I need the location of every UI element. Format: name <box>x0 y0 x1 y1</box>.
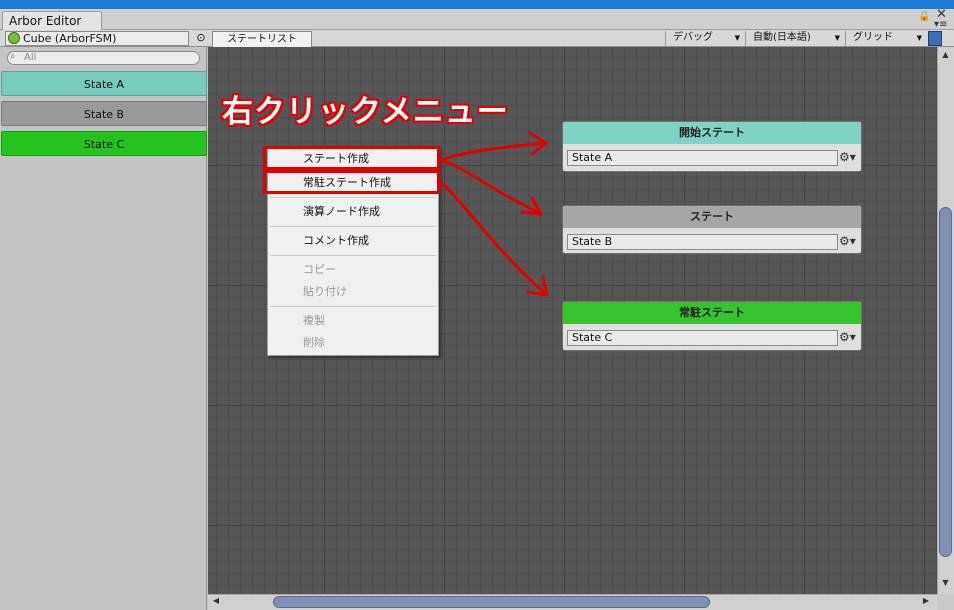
annotation-title: 右クリックメニュー <box>222 94 509 130</box>
tab-arbor-editor[interactable]: Arbor Editor <box>2 11 102 31</box>
sidebar-item-state-b[interactable]: State B <box>1 101 207 126</box>
scroll-down-arrow-icon[interactable]: ▼ <box>939 578 952 590</box>
menu-item-create-calculator-node[interactable]: 演算ノード作成 <box>303 204 380 220</box>
title-strip <box>0 0 954 9</box>
tab-state-list[interactable]: ステートリスト <box>212 31 312 47</box>
gear-icon[interactable]: ⚙▾ <box>839 149 856 165</box>
state-name-field[interactable]: State B <box>567 234 838 250</box>
menu-separator <box>270 306 436 307</box>
menu-icon[interactable]: ▾≡ <box>934 19 950 30</box>
language-dropdown-label: 自動(日本語) <box>753 32 811 43</box>
grid-dropdown[interactable]: グリッド ▼ <box>845 31 927 46</box>
fsm-object-field[interactable]: Cube (ArborFSM) <box>5 31 189 46</box>
help-book-icon[interactable] <box>928 31 942 46</box>
gear-icon[interactable]: ⚙▾ <box>839 329 856 345</box>
node-header[interactable]: ステート <box>563 206 861 228</box>
object-picker-icon[interactable]: ⊙ <box>193 31 209 46</box>
menu-item-copy: コピー <box>303 263 336 276</box>
dropdown-arrow-icon: ▼ <box>916 34 922 42</box>
grid-dropdown-label: グリッド <box>853 32 893 43</box>
scroll-up-arrow-icon[interactable]: ▲ <box>939 50 952 62</box>
state-node-normal[interactable]: ステート State B ⚙▾ <box>562 205 862 254</box>
gear-icon[interactable]: ⚙▾ <box>839 233 856 249</box>
sidebar-item-state-c[interactable]: State C <box>1 131 207 156</box>
menu-separator <box>270 197 436 198</box>
menu-item-create-comment[interactable]: コメント作成 <box>303 233 369 249</box>
horizontal-scroll-thumb[interactable] <box>273 596 710 608</box>
vertical-scroll-thumb[interactable] <box>939 207 952 557</box>
close-icon[interactable]: ✕ <box>936 7 950 22</box>
menu-item-paste: 貼り付け <box>303 285 347 298</box>
lock-icon[interactable]: 🔒 <box>918 11 930 25</box>
language-dropdown[interactable]: 自動(日本語) ▼ <box>745 31 845 46</box>
menu-separator <box>270 255 436 256</box>
search-input[interactable]: All <box>7 51 200 65</box>
search-icon: ⌕ <box>10 51 16 62</box>
scroll-corner <box>937 594 954 610</box>
fsm-component-icon <box>8 32 20 44</box>
tab-bar <box>0 9 954 30</box>
scroll-right-arrow-icon[interactable]: ▶ <box>920 596 932 608</box>
highlight-box-create-state <box>263 146 440 170</box>
highlight-box-create-resident-state <box>263 170 440 194</box>
scroll-left-arrow-icon[interactable]: ◀ <box>210 596 222 608</box>
menu-separator <box>270 226 436 227</box>
node-header[interactable]: 常駐ステート <box>563 302 861 324</box>
menu-item-delete: 削除 <box>303 336 325 349</box>
sidebar-item-state-a[interactable]: State A <box>1 71 207 96</box>
debug-dropdown-label: デバッグ <box>673 32 713 43</box>
node-header[interactable]: 開始ステート <box>563 122 861 144</box>
state-node-resident[interactable]: 常駐ステート State C ⚙▾ <box>562 301 862 351</box>
dropdown-arrow-icon: ▼ <box>834 34 840 42</box>
debug-dropdown[interactable]: デバッグ ▼ <box>665 31 745 46</box>
state-name-field[interactable]: State A <box>567 150 838 166</box>
dropdown-arrow-icon: ▼ <box>734 34 740 42</box>
state-name-field[interactable]: State C <box>567 330 838 346</box>
state-node-start[interactable]: 開始ステート State A ⚙▾ <box>562 121 862 172</box>
menu-item-duplicate: 複製 <box>303 314 325 327</box>
